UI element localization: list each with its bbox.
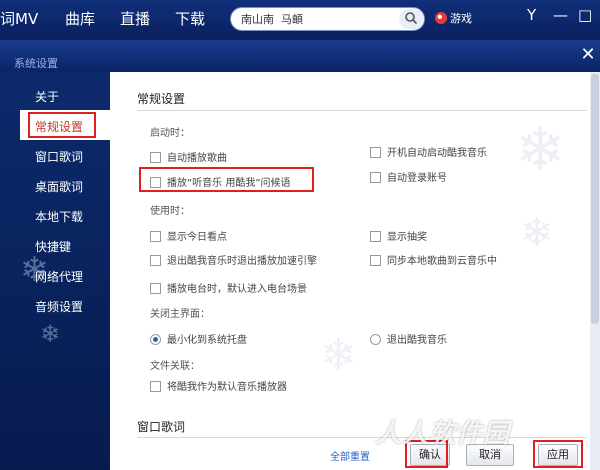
nav-item-download[interactable]: 下载 <box>175 8 205 29</box>
sidebar-item-proxy[interactable]: 网络代理 <box>35 268 83 285</box>
snowflake-decoration: ❄ <box>520 210 554 256</box>
sidebar-item-hotkeys[interactable]: 快捷键 <box>35 238 71 255</box>
option-show-lottery[interactable]: 显示抽奖 <box>370 228 427 243</box>
checkbox[interactable] <box>150 283 161 294</box>
radio-button[interactable] <box>150 334 161 345</box>
nav-item-mv[interactable]: 词MV <box>0 8 38 29</box>
radio-button[interactable] <box>370 334 381 345</box>
option-default-player[interactable]: 将酷我作为默认音乐播放器 <box>150 378 287 393</box>
option-label: 退出酷我音乐时退出播放加速引擎 <box>167 256 317 267</box>
option-label: 退出酷我音乐 <box>387 335 447 346</box>
checkbox[interactable] <box>370 255 381 266</box>
scrollbar-thumb[interactable] <box>591 74 599 324</box>
search-icon <box>405 11 418 24</box>
sidebar-item-audio[interactable]: 音频设置 <box>35 298 83 315</box>
highlight-box <box>139 167 314 192</box>
section-divider <box>137 437 587 438</box>
startup-label: 启动时： <box>150 128 190 139</box>
option-sync-cloud[interactable]: 同步本地歌曲到云音乐中 <box>370 252 497 267</box>
checkbox[interactable] <box>370 172 381 183</box>
search-button[interactable] <box>399 9 423 29</box>
section-divider <box>137 110 587 111</box>
file-assoc-label: 文件关联： <box>150 361 200 372</box>
checkbox[interactable] <box>150 152 161 163</box>
snowflake-decoration: ❄ <box>40 320 61 348</box>
sidebar-item-local-download[interactable]: 本地下载 <box>35 208 83 225</box>
search-input[interactable] <box>231 8 396 30</box>
game-link[interactable]: 游戏 <box>435 10 472 26</box>
checkbox[interactable] <box>150 381 161 392</box>
option-label: 将酷我作为默认音乐播放器 <box>167 382 287 393</box>
sidebar-item-desktop-lyrics[interactable]: 桌面歌词 <box>35 178 83 195</box>
search-box <box>230 7 425 31</box>
option-exit-accelerator[interactable]: 退出酷我音乐时退出播放加速引擎 <box>150 252 317 267</box>
option-label: 自动播放歌曲 <box>167 153 227 164</box>
dialog-title-bar <box>0 40 600 72</box>
option-minimize-tray[interactable]: 最小化到系统托盘 <box>150 331 247 346</box>
checkbox[interactable] <box>150 231 161 242</box>
option-radio-scene[interactable]: 播放电台时，默认进入电台场景 <box>150 280 307 295</box>
option-label: 自动登录账号 <box>387 173 447 184</box>
checkbox[interactable] <box>370 147 381 158</box>
watermark: 人人软件园 <box>375 419 511 449</box>
option-label: 显示抽奖 <box>387 232 427 243</box>
reset-all-link[interactable]: 全部重置 <box>330 448 370 463</box>
option-label: 同步本地歌曲到云音乐中 <box>387 256 497 267</box>
nav-item-library[interactable]: 曲库 <box>65 8 95 29</box>
option-autoplay[interactable]: 自动播放歌曲 <box>150 149 227 164</box>
sidebar-item-about[interactable]: 关于 <box>35 88 59 105</box>
use-label: 使用时： <box>150 206 190 217</box>
dialog-title: 系统设置 <box>14 57 58 70</box>
minimize-icon[interactable]: — <box>553 6 568 24</box>
game-icon <box>435 12 447 24</box>
snowflake-decoration: ❄ <box>320 330 357 381</box>
checkbox[interactable] <box>150 255 161 266</box>
section-title-lyrics: 窗口歌词 <box>137 420 186 434</box>
checkbox[interactable] <box>370 231 381 242</box>
option-label: 播放电台时，默认进入电台场景 <box>167 284 307 295</box>
option-label: 显示今日看点 <box>167 232 227 243</box>
top-nav-bar: 词MV 曲库 直播 下载 游戏 Y — □ <box>0 0 600 40</box>
dialog-close-icon[interactable]: ✕ <box>578 44 598 66</box>
close-main-label: 关闭主界面： <box>150 309 210 320</box>
skin-icon[interactable]: Y <box>527 6 536 24</box>
option-label: 最小化到系统托盘 <box>167 335 247 346</box>
game-label: 游戏 <box>450 12 472 25</box>
nav-item-live[interactable]: 直播 <box>120 8 150 29</box>
option-show-today[interactable]: 显示今日看点 <box>150 228 227 243</box>
snowflake-decoration: ❄ <box>515 115 566 185</box>
option-exit-app[interactable]: 退出酷我音乐 <box>370 331 447 346</box>
option-label: 开机自动启动酷我音乐 <box>387 148 487 159</box>
option-auto-login[interactable]: 自动登录账号 <box>370 169 447 184</box>
highlight-box <box>28 112 96 138</box>
window-close-icon[interactable]: □ <box>578 6 592 24</box>
highlight-box <box>533 440 583 468</box>
option-launch-on-boot[interactable]: 开机自动启动酷我音乐 <box>370 144 487 159</box>
section-title-general: 常规设置 <box>137 92 186 106</box>
sidebar-item-window-lyrics[interactable]: 窗口歌词 <box>35 148 83 165</box>
